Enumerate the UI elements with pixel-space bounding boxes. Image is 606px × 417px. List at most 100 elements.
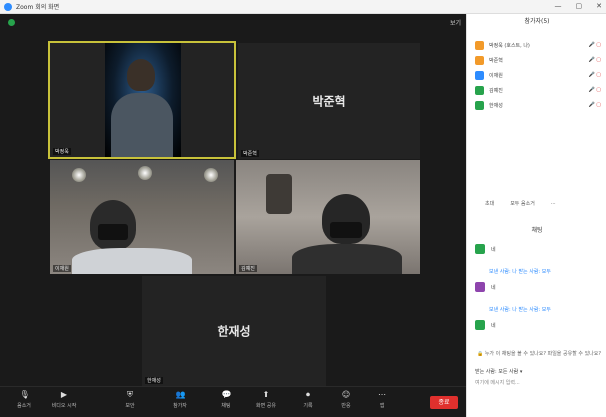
participants-icon: 👥: [175, 390, 186, 399]
more-options-button[interactable]: ...: [547, 199, 560, 208]
chat-button[interactable]: 💬 채팅: [206, 390, 246, 409]
encryption-shield-icon[interactable]: [8, 19, 15, 26]
minimize-icon[interactable]: —: [555, 2, 562, 10]
mic-muted-icon: 🎤 ▢: [588, 72, 601, 78]
participant-name: 박정욱 (호스트, 나): [489, 43, 530, 49]
chat-icon: 💬: [221, 390, 232, 399]
mic-muted-icon: 🎤 ▢: [588, 87, 601, 93]
toolbar-label: 기록: [303, 403, 313, 409]
avatar: [475, 41, 484, 50]
video-tile-4[interactable]: 김예진: [236, 160, 420, 274]
ceiling-light: [72, 168, 86, 182]
face-mask: [330, 222, 362, 238]
mute-icon: 🎙: [19, 390, 30, 399]
window-title: Zoom 회의 화면: [16, 4, 60, 11]
security-icon: ⛨: [127, 390, 133, 399]
security-button[interactable]: ⛨ 보안: [110, 390, 150, 409]
avatar: [475, 56, 484, 65]
participant-name-tag: 이재원: [53, 265, 71, 272]
reactions-icon: ☺: [341, 390, 351, 399]
chat-message-text: 네: [491, 323, 496, 329]
video-button[interactable]: ▶ 비디오 시작: [44, 390, 84, 409]
maximize-icon[interactable]: ▢: [576, 2, 583, 10]
toolbar-label: 화면 공유: [256, 403, 276, 409]
participants-actions: 초대 모두 음소거 ...: [481, 199, 599, 208]
invite-button[interactable]: 초대: [481, 199, 498, 208]
participant-display-name: 한재성: [217, 324, 251, 339]
participant-name: 박준혁: [489, 58, 503, 64]
participant-row[interactable]: 박정욱 (호스트, 나) 🎤 ▢: [475, 40, 603, 52]
toolbar-label: 음소거: [17, 403, 31, 409]
chat-avatar: [475, 320, 485, 330]
zoom-logo-icon: [4, 2, 12, 11]
chat-privacy-hint[interactable]: 🔒 누가 이 채팅을 볼 수 있나요? 파일을 공유할 수 있나요?: [477, 350, 601, 357]
video-icon: ▶: [60, 390, 68, 399]
view-button[interactable]: 보기: [450, 18, 461, 27]
participant-name: 이재원: [489, 73, 503, 79]
mic-muted-icon: 🎤 ▢: [588, 42, 601, 48]
mic-muted-icon: 🎤 ▢: [588, 102, 601, 108]
participant-body: [111, 93, 173, 157]
toolbar-label: 앱: [379, 403, 385, 409]
participant-body: [72, 248, 192, 274]
avatar: [475, 71, 484, 80]
camera-feed: [105, 43, 181, 157]
participant-row[interactable]: 김예진 🎤 ▢: [475, 85, 603, 97]
ceiling-light: [204, 168, 218, 182]
window-controls: — ▢ ✕: [555, 2, 603, 10]
participants-button[interactable]: 👥 참가자: [160, 390, 200, 409]
apps-icon: ⋯: [378, 390, 386, 399]
video-tile-3[interactable]: 이재원: [50, 160, 234, 274]
record-icon: ⏺: [306, 390, 310, 399]
chat-message-text: 네: [491, 247, 496, 253]
chat-message-text: 네: [491, 285, 496, 291]
ceiling-light: [138, 166, 152, 180]
participant-row[interactable]: 박준혁 🎤 ▢: [475, 55, 603, 67]
face-mask: [98, 224, 128, 240]
video-tile-2[interactable]: 박준혁 박준혁: [238, 43, 420, 159]
participant-name-tag: 박정욱: [53, 148, 71, 155]
toolbar-label: 참가자: [173, 403, 187, 409]
chat-recipient-select[interactable]: 받는 사람: 모든 사람 ▾: [475, 368, 522, 375]
participant-name-tag: 김예진: [239, 265, 257, 272]
end-meeting-button[interactable]: 종료: [430, 396, 458, 409]
chair-shape: [266, 174, 292, 214]
mute-button[interactable]: 🎙 음소거: [4, 390, 44, 409]
share-screen-icon: ⬆: [262, 390, 270, 399]
chat-header: 채팅: [531, 227, 543, 234]
participant-row[interactable]: 이재원 🎤 ▢: [475, 70, 603, 82]
title-bar: Zoom 회의 화면 — ▢ ✕: [0, 0, 606, 14]
chat-input[interactable]: 여기에 메시지 입력...: [475, 379, 520, 386]
participant-name-tag: 박준혁: [241, 150, 259, 157]
reactions-button[interactable]: ☺ 반응: [326, 390, 366, 409]
video-stage: 보기 박정욱 박준혁 박준혁 이재원 김예진 한재성 한재성: [0, 14, 466, 386]
video-tile-1[interactable]: 박정욱: [48, 41, 236, 159]
share-screen-button[interactable]: ⬆ 화면 공유: [246, 390, 286, 409]
mic-muted-icon: 🎤 ▢: [588, 57, 601, 63]
toolbar-label: 비디오 시작: [51, 403, 77, 409]
chat-avatar: [475, 282, 485, 292]
participants-header: 참가자(5): [524, 18, 550, 25]
chat-sender-line: 보낸 사람: 나 받는 사람: 모두: [489, 269, 551, 275]
participant-name-tag: 한재성: [145, 377, 163, 384]
participant-figure: [127, 59, 155, 91]
mute-all-button[interactable]: 모두 음소거: [506, 199, 539, 208]
meeting-toolbar: 종료 🎙 음소거 ▶ 비디오 시작 ⛨ 보안 👥 참가자 💬 채팅 ⬆ 화면 공유 ⏺ 기록 ☺ 반응 ⋯ 앱: [0, 386, 466, 417]
participant-name: 김예진: [489, 88, 503, 94]
participant-name: 한재성: [489, 103, 503, 109]
toolbar-label: 반응: [341, 403, 351, 409]
close-icon[interactable]: ✕: [596, 2, 602, 10]
apps-button[interactable]: ⋯ 앱: [362, 390, 402, 409]
avatar: [475, 101, 484, 110]
zoom-window: Zoom 회의 화면 — ▢ ✕ 보기 박정욱 박준혁 박준혁 이재원 김예진 …: [0, 0, 606, 417]
participant-body: [292, 244, 402, 274]
chat-avatar: [475, 244, 485, 254]
avatar: [475, 86, 484, 95]
participant-display-name: 박준혁: [312, 94, 346, 109]
participant-row[interactable]: 한재성 🎤 ▢: [475, 100, 603, 112]
record-button[interactable]: ⏺ 기록: [288, 390, 328, 409]
chat-sender-line: 보낸 사람: 나 받는 사람: 모두: [489, 307, 551, 313]
video-tile-5[interactable]: 한재성 한재성: [142, 276, 326, 386]
side-panel: 참가자(5) 박정욱 (호스트, 나) 🎤 ▢ 박준혁 🎤 ▢ 이재원 🎤 ▢ 김예진 🎤 ▢…: [466, 14, 606, 417]
toolbar-label: 채팅: [221, 403, 231, 409]
